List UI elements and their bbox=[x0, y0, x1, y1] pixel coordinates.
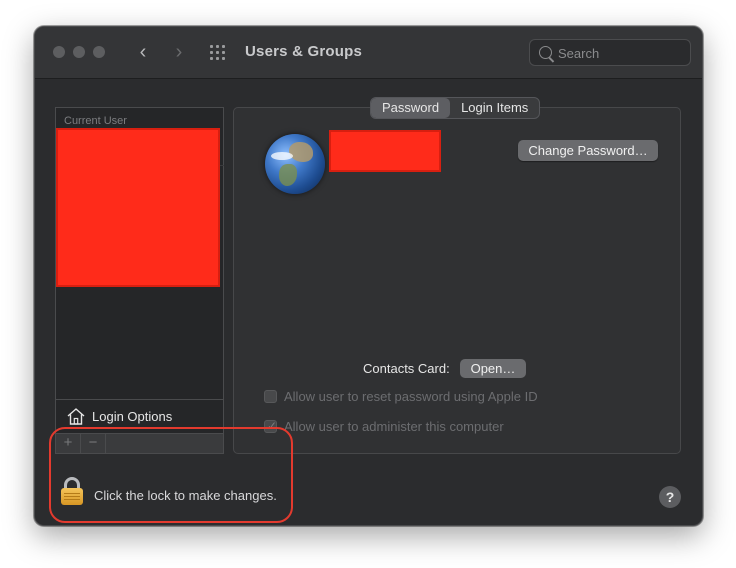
tab-login-items[interactable]: Login Items bbox=[450, 98, 539, 118]
house-icon bbox=[67, 408, 85, 425]
allow-admin-label: Allow user to administer this computer bbox=[284, 419, 504, 434]
allow-reset-label: Allow user to reset password using Apple… bbox=[284, 389, 538, 404]
tab-password[interactable]: Password bbox=[371, 98, 451, 118]
search-icon bbox=[539, 46, 552, 59]
user-avatar[interactable] bbox=[265, 134, 325, 194]
preferences-window: ‹ › Users & Groups Current User Login Op… bbox=[34, 26, 703, 526]
allow-admin-checkbox[interactable]: ✓ bbox=[264, 419, 278, 433]
redacted-current-user[interactable] bbox=[56, 128, 220, 287]
search-input[interactable] bbox=[558, 44, 684, 62]
globe-land bbox=[279, 164, 297, 186]
search-field[interactable] bbox=[529, 39, 691, 66]
lock-instruction-text: Click the lock to make changes. bbox=[94, 488, 277, 503]
users-list[interactable]: Current User Login Options bbox=[55, 107, 224, 434]
remove-user-button[interactable]: − bbox=[81, 434, 106, 453]
change-password-button[interactable]: Change Password… bbox=[518, 140, 658, 161]
globe-cloud bbox=[271, 152, 293, 160]
minimize-window-button[interactable] bbox=[73, 46, 85, 58]
login-options-item[interactable]: Login Options bbox=[56, 399, 224, 433]
show-all-grid-icon[interactable] bbox=[210, 45, 228, 61]
current-user-header: Current User bbox=[64, 115, 127, 127]
open-contacts-card-button[interactable]: Open… bbox=[460, 359, 526, 378]
close-window-button[interactable] bbox=[53, 46, 65, 58]
lock-icon[interactable] bbox=[61, 477, 83, 505]
window-title: Users & Groups bbox=[245, 43, 362, 60]
redacted-user-name bbox=[329, 130, 441, 172]
forward-chevron-icon[interactable]: › bbox=[168, 41, 190, 63]
title-bar: ‹ › Users & Groups bbox=[35, 27, 702, 79]
add-remove-bar: + − bbox=[55, 434, 224, 454]
checkmark-icon: ✓ bbox=[267, 419, 278, 433]
zoom-window-button[interactable] bbox=[93, 46, 105, 58]
allow-reset-checkbox[interactable] bbox=[264, 390, 277, 403]
login-options-label: Login Options bbox=[92, 409, 173, 424]
help-button[interactable]: ? bbox=[659, 486, 681, 508]
add-user-button[interactable]: + bbox=[56, 434, 81, 453]
globe-icon bbox=[289, 142, 313, 162]
back-chevron-icon[interactable]: ‹ bbox=[132, 41, 154, 63]
tab-bar: Password Login Items bbox=[370, 97, 541, 119]
contacts-card-label: Contacts Card: bbox=[363, 361, 450, 376]
